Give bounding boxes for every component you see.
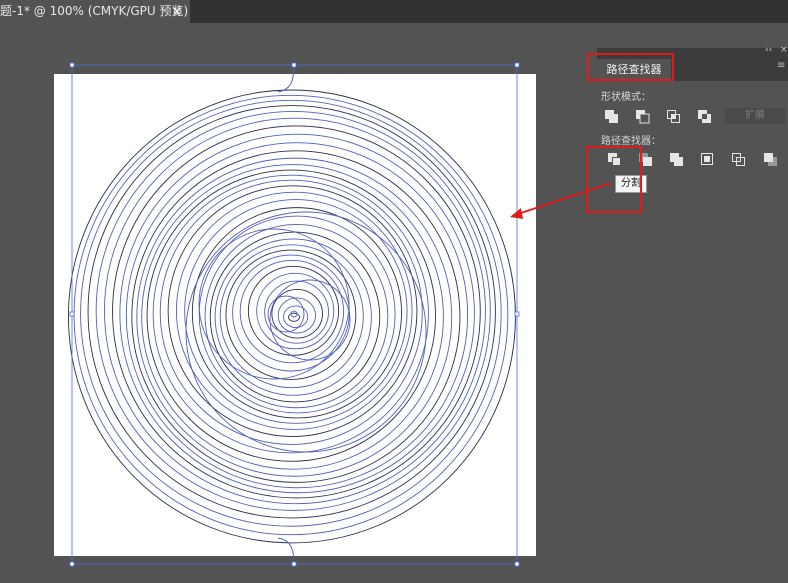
crop-icon: [701, 153, 713, 165]
outline-button[interactable]: [730, 151, 748, 169]
selection-handle[interactable]: [514, 561, 520, 567]
unite-button[interactable]: [603, 108, 621, 126]
minus-front-button[interactable]: [634, 108, 652, 126]
collapse-panel-icon[interactable]: ‹‹: [765, 45, 772, 55]
crop-button[interactable]: [699, 151, 717, 169]
outline-icon: [732, 153, 745, 166]
panel-menu-icon[interactable]: ≡: [777, 61, 785, 71]
shape-modes-label: 形状模式：: [601, 92, 651, 103]
selection-handle[interactable]: [514, 311, 520, 317]
minus-back-icon: [764, 153, 777, 166]
minus-front-icon: [636, 110, 650, 124]
intersect-button[interactable]: [665, 108, 683, 126]
selection-handle[interactable]: [514, 62, 520, 68]
annotation-box-panel-tab: [587, 53, 674, 81]
merge-button[interactable]: [668, 151, 686, 169]
unite-icon: [605, 110, 618, 123]
selection-handle[interactable]: [69, 561, 75, 567]
selection-handle[interactable]: [291, 561, 297, 567]
selection-handle[interactable]: [291, 62, 297, 68]
expand-button[interactable]: 扩展: [725, 108, 785, 124]
center-point-marker: [290, 310, 298, 318]
selection-handle[interactable]: [69, 311, 75, 317]
minus-back-button[interactable]: [762, 151, 780, 169]
close-panel-icon[interactable]: ×: [780, 45, 788, 55]
merge-icon: [670, 153, 683, 166]
annotation-box-divide: [586, 146, 642, 213]
intersect-icon: [667, 110, 680, 123]
selection-handle[interactable]: [69, 62, 75, 68]
exclude-icon: [698, 110, 711, 123]
exclude-button[interactable]: [696, 108, 714, 126]
pathfinders-label: 路径查找器：: [601, 136, 661, 147]
